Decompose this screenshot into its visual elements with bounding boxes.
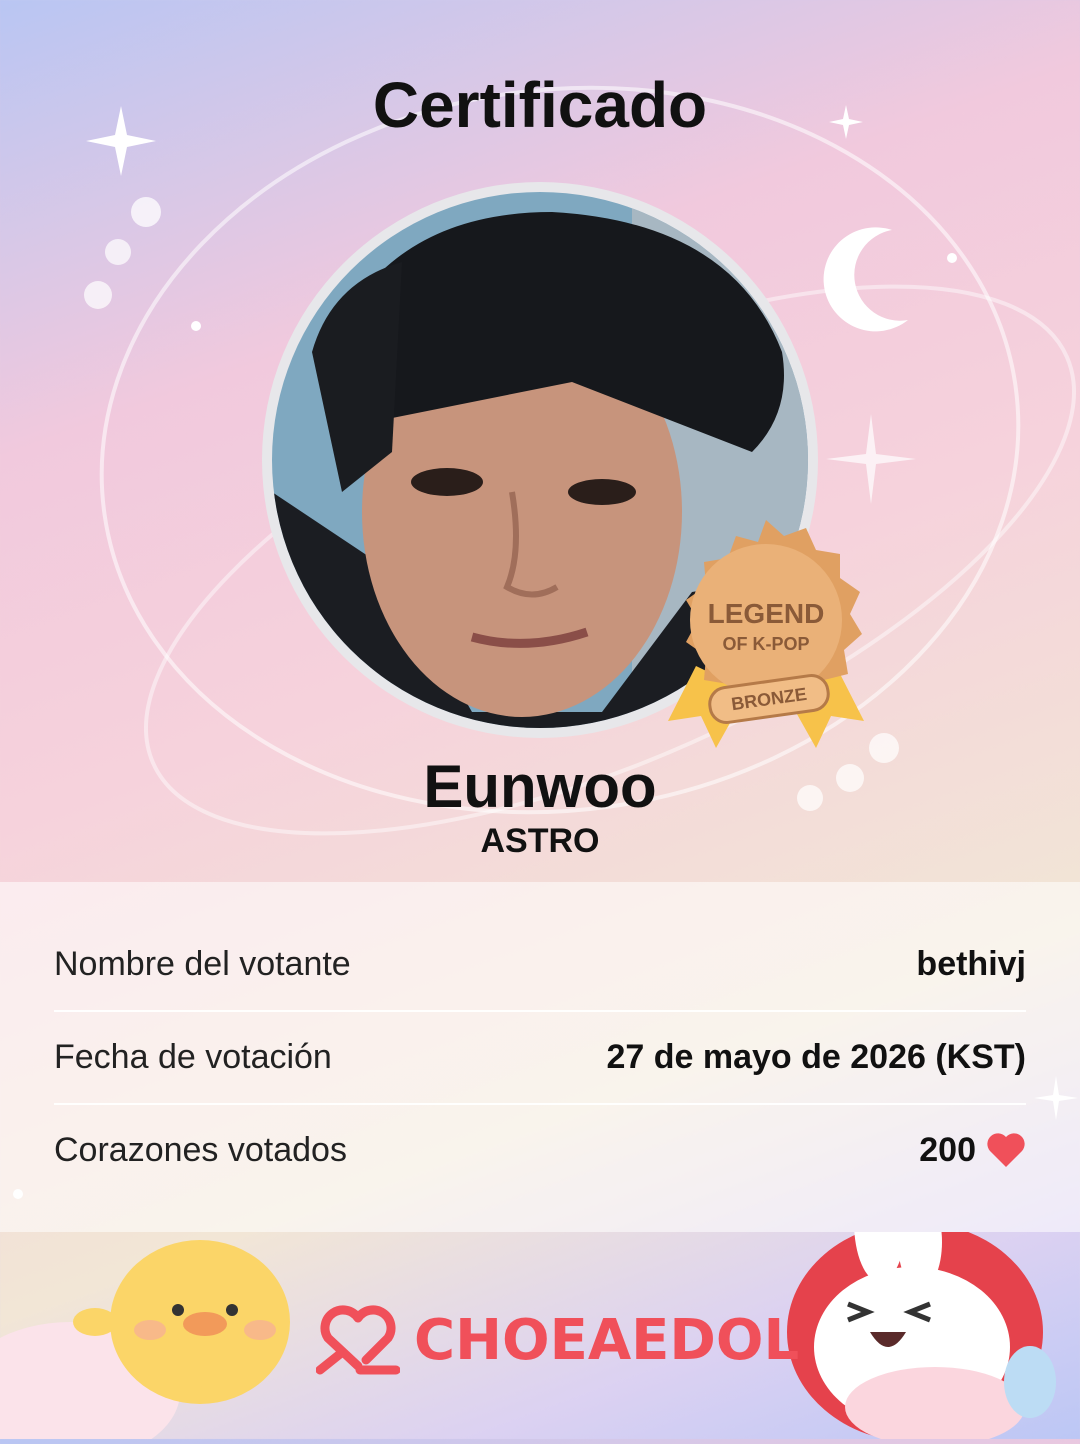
legend-badge: LEGEND OF K-POP BRONZE xyxy=(656,516,876,756)
badge-line1: LEGEND xyxy=(707,598,825,629)
date-value: 27 de mayo de 2026 (KST) xyxy=(606,1037,1026,1076)
hearts-value: 200 xyxy=(919,1130,976,1169)
voter-label: Nombre del votante xyxy=(54,944,351,983)
hearts-value-group: 200 xyxy=(919,1131,1026,1170)
date-label: Fecha de votación xyxy=(54,1037,332,1076)
brand-logo: CHOEAEDOL xyxy=(316,1300,799,1380)
brand-name: CHOEAEDOL xyxy=(414,1307,800,1373)
voter-row: Nombre del votante bethivj xyxy=(54,918,1026,1010)
idol-group: ASTRO xyxy=(480,822,600,860)
hearts-row: Corazones votados 200 xyxy=(54,1104,1026,1196)
sparkle-icon xyxy=(826,414,916,504)
badge-line2: OF K-POP xyxy=(722,634,810,654)
date-row: Fecha de votación 27 de mayo de 2026 (KS… xyxy=(54,1011,1026,1103)
voter-value: bethivj xyxy=(916,944,1026,983)
hearts-label: Corazones votados xyxy=(54,1130,347,1169)
page-title: Certificado xyxy=(372,69,708,141)
moon-icon xyxy=(823,227,908,332)
idol-name: Eunwoo xyxy=(423,753,657,820)
choeaedol-logo-icon xyxy=(316,1305,400,1375)
heart-icon xyxy=(987,1133,1025,1167)
